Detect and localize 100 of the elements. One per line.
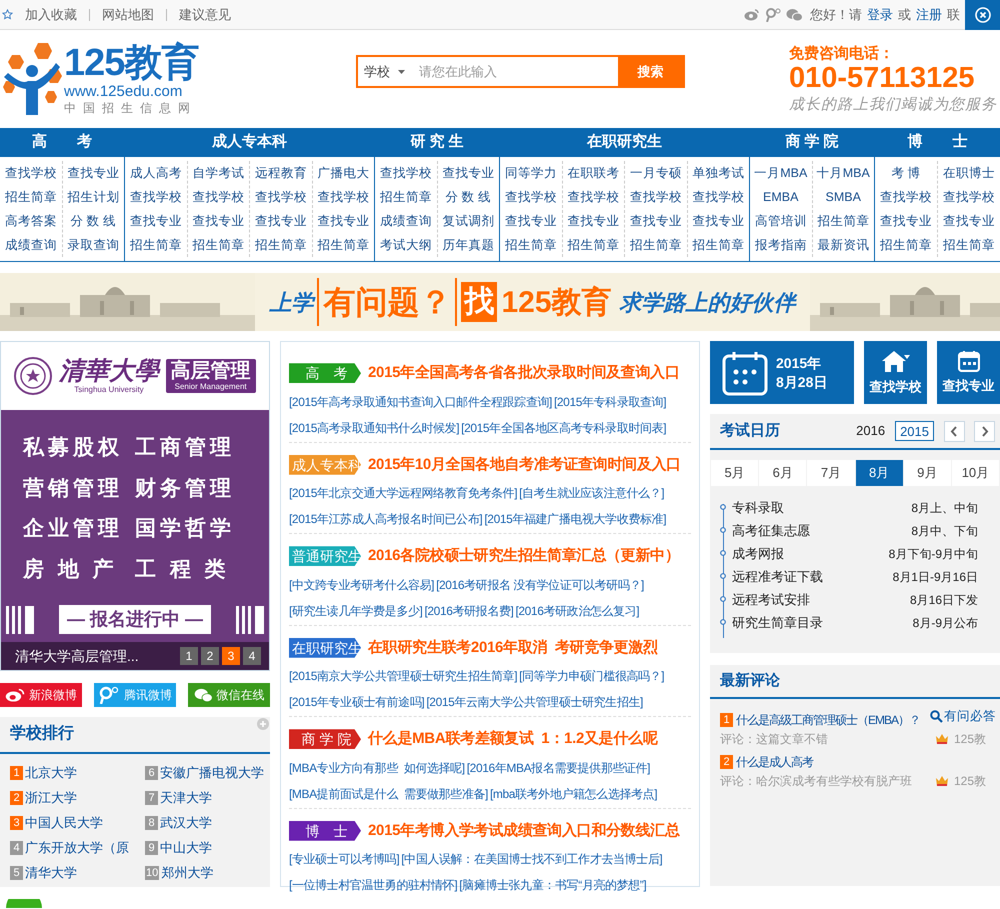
login-link[interactable]: 登录 (867, 4, 893, 24)
nav-link[interactable]: 复试调剂 (438, 209, 499, 233)
nav-link[interactable]: EMBA (750, 185, 812, 209)
nav-link[interactable]: 招生计划 (62, 185, 124, 209)
nav-category[interactable]: 成人专本科 (125, 128, 374, 157)
nav-link[interactable]: 查找专业 (438, 161, 499, 185)
article-link[interactable]: [2016考研报名费] (424, 602, 514, 620)
nav-link[interactable]: 招生简章 (938, 233, 1000, 257)
nav-link[interactable]: 查找学校 (125, 185, 186, 209)
article-link[interactable]: [2016考研报名 没有学位证可以考研吗？] (436, 576, 644, 594)
nav-link[interactable]: 查找专业 (312, 209, 374, 233)
nav-link[interactable]: 查找学校 (188, 185, 249, 209)
social-button[interactable]: 微信在线 (188, 683, 270, 707)
article-link[interactable]: [脑瘫博士张九童：书写“月亮的梦想”] (459, 876, 646, 894)
nav-link[interactable]: 查找专业 (625, 209, 686, 233)
nav-link[interactable]: 查找学校 (375, 161, 436, 185)
nav-category[interactable]: 商 学 院 (750, 128, 874, 157)
article-link[interactable]: [同等学力申硕门槛很高吗？] (519, 667, 664, 685)
nav-link[interactable]: 查找学校 (562, 185, 624, 209)
quick-link-button[interactable]: 查找学校 (864, 341, 927, 404)
article-link[interactable]: [2016年MBA报名需要提供那些证件] (466, 758, 650, 776)
nav-link[interactable]: 查找学校 (938, 185, 1000, 209)
nav-link[interactable]: 招生简章 (312, 233, 374, 257)
nav-link[interactable]: 历年真题 (438, 233, 499, 257)
nav-link[interactable]: 招生简章 (0, 185, 62, 209)
nav-link[interactable]: 查找专业 (250, 209, 312, 233)
nav-link[interactable]: 查找专业 (62, 161, 124, 185)
article-link[interactable]: [2015年云南大学公共管理硕士研究生招生] (426, 693, 643, 711)
nav-link[interactable]: 远程教育 (250, 161, 312, 185)
article-link[interactable]: [2015南京大学公共管理硕士研究生招生简章] (289, 667, 518, 685)
nav-link[interactable]: 在职联考 (562, 161, 624, 185)
nav-link[interactable]: 查找专业 (688, 209, 749, 233)
article-link[interactable]: [研究生读几年学费是多少] (289, 602, 422, 620)
social-button[interactable]: 新浪微博 (0, 683, 82, 707)
nav-link[interactable]: 招生简章 (125, 233, 186, 257)
nav-link[interactable]: 成人高考 (125, 161, 186, 185)
search-field[interactable]: 请您在此输入 (411, 57, 618, 86)
nav-link[interactable]: 查找学校 (0, 161, 62, 185)
page-button[interactable]: 1 (180, 647, 198, 665)
nav-link[interactable]: 查找专业 (875, 209, 937, 233)
nav-link[interactable]: 报考指南 (750, 233, 812, 257)
nav-link[interactable]: 招生简章 (188, 233, 249, 257)
page-button[interactable]: 2 (201, 647, 219, 665)
school-link[interactable]: 武汉大学 (160, 813, 212, 833)
nav-link[interactable]: 招生简章 (500, 233, 562, 257)
nav-link[interactable]: 最新资讯 (812, 233, 874, 257)
month-tab[interactable]: 10月 (952, 460, 1000, 486)
nav-link[interactable]: 招生简章 (688, 233, 749, 257)
comment-title-link[interactable]: 什么是高级工商管理硕士（EMBA）？ (736, 711, 920, 729)
article-link[interactable]: [中国人误解：在美国博士找不到工作才去当博士后] (401, 850, 662, 868)
article-link[interactable]: [自考生就业应该注意什么？] (519, 484, 664, 502)
ad-panel[interactable]: 清華大學 Tsinghua University 高层管理 Senior Management 私募股权 工商管理 营销管理 财务管理 企业管理 国学哲学 房 地 产 工 程 类 — 报名进行中 — 清华大学高层管理... 1 2 3 4 (0, 341, 270, 671)
cta-banner[interactable]: — 报名进行中 — (58, 605, 211, 634)
month-tab[interactable]: 6月 (759, 460, 806, 486)
month-tab[interactable]: 7月 (807, 460, 855, 486)
nav-category[interactable]: 在职研究生 (500, 128, 749, 157)
nav-link[interactable]: 查找专业 (562, 209, 624, 233)
article-link[interactable]: [中文跨专业考研考什么容易] (289, 576, 434, 594)
comment-title-link[interactable]: 什么是成人高考 (736, 753, 813, 771)
nav-category[interactable]: 高 考 (0, 128, 124, 157)
nav-link[interactable]: 十月MBA (812, 161, 874, 185)
nav-link[interactable]: 招生简章 (562, 233, 624, 257)
nav-link[interactable]: 招生简章 (250, 233, 312, 257)
page-button[interactable]: 4 (243, 647, 261, 665)
wechat-icon[interactable] (786, 8, 803, 22)
school-link[interactable]: 清华大学 (25, 863, 77, 883)
nav-link[interactable]: 查找学校 (312, 185, 374, 209)
nav-link[interactable]: 查找学校 (688, 185, 749, 209)
article-link[interactable]: [专业硕士可以考博吗] (289, 850, 400, 868)
nav-link[interactable]: 成绩查询 (0, 233, 62, 257)
nav-link[interactable]: 自学考试 (188, 161, 249, 185)
banner[interactable]: 上学 有问题？ 找 125教育 求学路上的好伙伴 (0, 273, 1000, 331)
year-tab[interactable]: 2015 (895, 421, 934, 441)
nav-link[interactable]: 查找学校 (625, 185, 686, 209)
nav-link[interactable]: 查找学校 (875, 185, 937, 209)
article-link[interactable]: [2015高考录取通知书什么时候发] (289, 418, 460, 436)
school-link[interactable]: 广东开放大学（原 (25, 838, 129, 858)
ask-link[interactable]: 有问必答 (930, 706, 996, 726)
article-link[interactable]: [MBA专业方向有那些 如何选择呢] (289, 758, 465, 776)
nav-link[interactable]: 分 数 线 (62, 209, 124, 233)
nav-link[interactable]: 查找专业 (938, 209, 1000, 233)
article-link[interactable]: [2015年福建广播电视大学收费标准] (484, 510, 666, 528)
year-tab[interactable]: 2016 (852, 421, 890, 441)
month-tab[interactable]: 8月 (856, 460, 903, 486)
nav-category[interactable]: 研 究 生 (375, 128, 499, 157)
nav-link[interactable]: 同等学力 (500, 161, 562, 185)
nav-link[interactable]: 招生简章 (625, 233, 686, 257)
category-dropdown[interactable]: 学校 (358, 57, 412, 86)
nav-link[interactable]: 高考答案 (0, 209, 62, 233)
article-link[interactable]: [2015年高考录取通知书查询入口邮件全程跟踪查询] (289, 392, 552, 410)
expand-icon[interactable] (257, 718, 269, 730)
nav-link[interactable]: 招生简章 (812, 209, 874, 233)
nav-link[interactable]: 录取查询 (62, 233, 124, 257)
search-bar[interactable]: 学校 请您在此输入 搜索 (356, 55, 686, 88)
school-link[interactable]: 中山大学 (160, 838, 212, 858)
nav-link[interactable]: 查找学校 (250, 185, 312, 209)
article-link[interactable]: [mba联考外地户籍怎么选择考点] (490, 784, 658, 802)
article-link[interactable]: [2015年北京交通大学远程网络教育免考条件] (289, 484, 518, 502)
nav-link[interactable]: 分 数 线 (438, 185, 499, 209)
quick-link-button[interactable]: 查找专业 (937, 341, 1000, 404)
